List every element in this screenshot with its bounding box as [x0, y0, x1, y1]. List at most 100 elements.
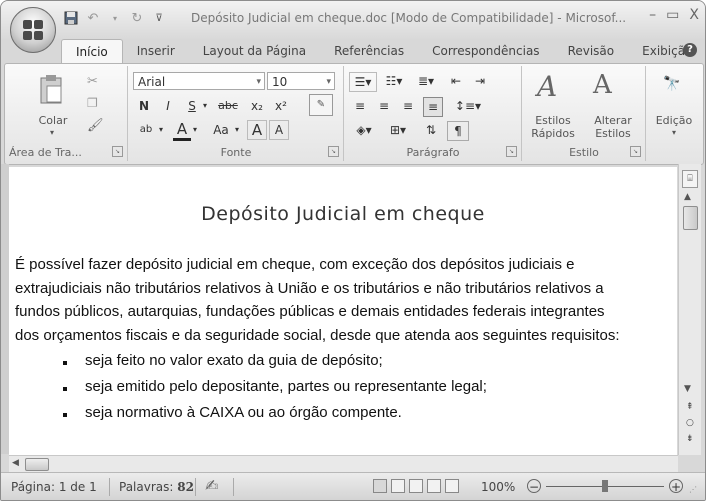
underline-dropdown-icon[interactable]: ▾ [201, 97, 209, 115]
save-icon[interactable] [63, 10, 79, 26]
scroll-down-icon[interactable]: ▼ [684, 384, 691, 394]
italic-button[interactable]: I [159, 97, 177, 115]
proofing-icon[interactable]: ✍ [205, 476, 218, 495]
undo-icon[interactable]: ↶ [85, 10, 101, 26]
paragraph-group: ☰▾ ☷▾ ≣▾ ⇤ ⇥ ≡ ≡ ≡ ≡ ↕≡▾ ◈▾ ⊞▾ ⇅ ¶ Parág… [345, 66, 522, 161]
undo-dropdown-icon[interactable]: ▾ [107, 10, 123, 26]
redo-icon[interactable]: ↻ [129, 10, 145, 26]
word-count[interactable]: Palavras: 82 [119, 480, 194, 494]
help-icon[interactable]: ? [683, 43, 697, 57]
tab-revisao[interactable]: Revisão [554, 39, 629, 63]
tab-inserir[interactable]: Inserir [123, 39, 189, 63]
cut-icon[interactable]: ✂ [87, 74, 98, 89]
shading-icon[interactable]: ◈▾ [351, 121, 377, 139]
font-color-button[interactable]: A [173, 120, 191, 141]
font-color-dropdown-icon[interactable]: ▾ [191, 121, 199, 139]
outline-view-button[interactable] [427, 479, 441, 493]
shrink-font-button[interactable]: A [269, 120, 289, 140]
paste-dropdown-icon[interactable]: ▾ [47, 126, 57, 139]
left-margin [1, 164, 9, 454]
previous-page-icon[interactable]: ⇞ [686, 402, 694, 412]
clipboard-launcher-icon[interactable]: ↘ [112, 146, 123, 157]
bullets-icon[interactable]: ☰▾ [349, 72, 377, 92]
ribbon-tabs: Início Inserir Layout da Página Referênc… [61, 39, 705, 64]
text-highlight-icon[interactable]: ab [135, 121, 157, 139]
align-left-icon[interactable]: ≡ [351, 97, 369, 115]
borders-icon[interactable]: ⊞▾ [385, 121, 411, 139]
full-screen-reading-view-button[interactable] [391, 479, 405, 493]
customize-qat-icon[interactable]: ⊽ [151, 10, 167, 26]
grow-font-label: A [251, 121, 263, 139]
paragraph-launcher-icon[interactable]: ↘ [506, 146, 517, 157]
sort-icon[interactable]: ⇅ [421, 121, 441, 139]
select-browse-object-icon[interactable]: ○ [686, 418, 694, 428]
subscript-button[interactable]: x₂ [247, 97, 267, 115]
line-spacing-icon[interactable]: ↕≡▾ [453, 97, 483, 115]
change-styles-button[interactable]: Alterar Estilos [585, 114, 641, 140]
text-highlight-dropdown-icon[interactable]: ▾ [157, 121, 165, 139]
restore-button[interactable]: ▭ [666, 7, 679, 23]
tab-inicio[interactable]: Início [61, 39, 123, 64]
bullet-list: seja feito no valor exato da guia de dep… [63, 348, 487, 426]
vertical-scroll-thumb[interactable] [683, 206, 698, 230]
next-page-icon[interactable]: ⇟ [686, 434, 694, 444]
zoom-slider-thumb[interactable] [602, 480, 608, 492]
clear-formatting-icon[interactable]: ✎ [309, 94, 333, 116]
list-item-text: seja emitido pelo depositante, partes ou… [85, 378, 487, 395]
format-painter-icon[interactable]: 🖌 [87, 118, 104, 133]
align-center-icon[interactable]: ≡ [375, 97, 393, 115]
quick-styles-icon[interactable]: A [537, 70, 557, 103]
increase-indent-icon[interactable]: ⇥ [471, 72, 489, 90]
horizontal-scroll-thumb[interactable] [25, 458, 49, 471]
print-layout-view-button[interactable] [373, 479, 387, 493]
numbering-icon[interactable]: ☷▾ [381, 72, 407, 90]
change-styles-icon[interactable]: A [593, 70, 612, 100]
font-size-select[interactable]: 10 ▾ [267, 72, 335, 90]
quick-styles-button[interactable]: Estilos Rápidos [523, 114, 583, 140]
close-button[interactable]: X [689, 7, 699, 23]
justify-icon[interactable]: ≡ [423, 97, 443, 117]
styles-launcher-icon[interactable]: ↘ [630, 146, 641, 157]
align-right-icon[interactable]: ≡ [399, 97, 417, 115]
font-name-select[interactable]: Arial ▾ [133, 72, 265, 90]
decrease-indent-icon[interactable]: ⇤ [447, 72, 465, 90]
vertical-scrollbar[interactable]: ⌸ ▲ ▼ ⇞ ○ ⇟ [678, 164, 701, 455]
editing-group: 🔭 Edição ▾ [647, 66, 701, 161]
scroll-left-icon[interactable]: ◀ [12, 458, 19, 468]
bold-button[interactable]: N [135, 97, 153, 115]
tab-referencias[interactable]: Referências [320, 39, 418, 63]
scroll-up-icon[interactable]: ▲ [684, 192, 691, 202]
font-name-dropdown-icon: ▾ [256, 77, 261, 87]
font-group-label: Fonte [220, 146, 252, 159]
minimize-button[interactable]: – [649, 7, 656, 23]
editing-dropdown-icon[interactable]: ▾ [669, 126, 679, 139]
font-launcher-icon[interactable]: ↘ [328, 146, 339, 157]
zoom-out-icon[interactable]: − [527, 479, 541, 494]
show-formatting-button[interactable]: ¶ [447, 121, 469, 141]
superscript-button[interactable]: x² [271, 97, 291, 115]
zoom-level[interactable]: 100% [481, 480, 515, 494]
grow-font-button[interactable]: A [247, 120, 267, 140]
view-ruler-icon[interactable]: ⌸ [682, 170, 698, 188]
word-window: ↶ ▾ ↻ ⊽ Depósito Judicial em cheque.doc … [0, 0, 706, 501]
resize-grip-icon[interactable]: ⋰ [689, 485, 697, 494]
copy-icon[interactable]: ❐ [87, 96, 98, 110]
underline-button[interactable]: S [183, 97, 201, 115]
horizontal-scrollbar[interactable]: ◀ [9, 455, 678, 472]
draft-view-button[interactable] [445, 479, 459, 493]
status-separator [109, 478, 110, 496]
document-page[interactable]: Depósito Judicial em cheque É possível f… [9, 167, 677, 455]
office-button[interactable] [10, 7, 56, 53]
multilevel-list-icon[interactable]: ≣▾ [413, 72, 439, 90]
change-case-button[interactable]: Aa [209, 121, 233, 139]
web-layout-view-button[interactable] [409, 479, 423, 493]
window-title: Depósito Judicial em cheque.doc [Modo de… [191, 11, 627, 25]
strikethrough-button[interactable]: abc [215, 97, 241, 115]
tab-correspondencias[interactable]: Correspondências [418, 39, 553, 63]
zoom-in-icon[interactable]: + [669, 479, 683, 494]
paste-icon[interactable] [39, 74, 63, 104]
change-case-dropdown-icon[interactable]: ▾ [233, 121, 241, 139]
page-count[interactable]: Página: 1 de 1 [11, 480, 97, 494]
tab-layout-da-pagina[interactable]: Layout da Página [189, 39, 320, 63]
binoculars-icon[interactable]: 🔭 [663, 76, 680, 92]
